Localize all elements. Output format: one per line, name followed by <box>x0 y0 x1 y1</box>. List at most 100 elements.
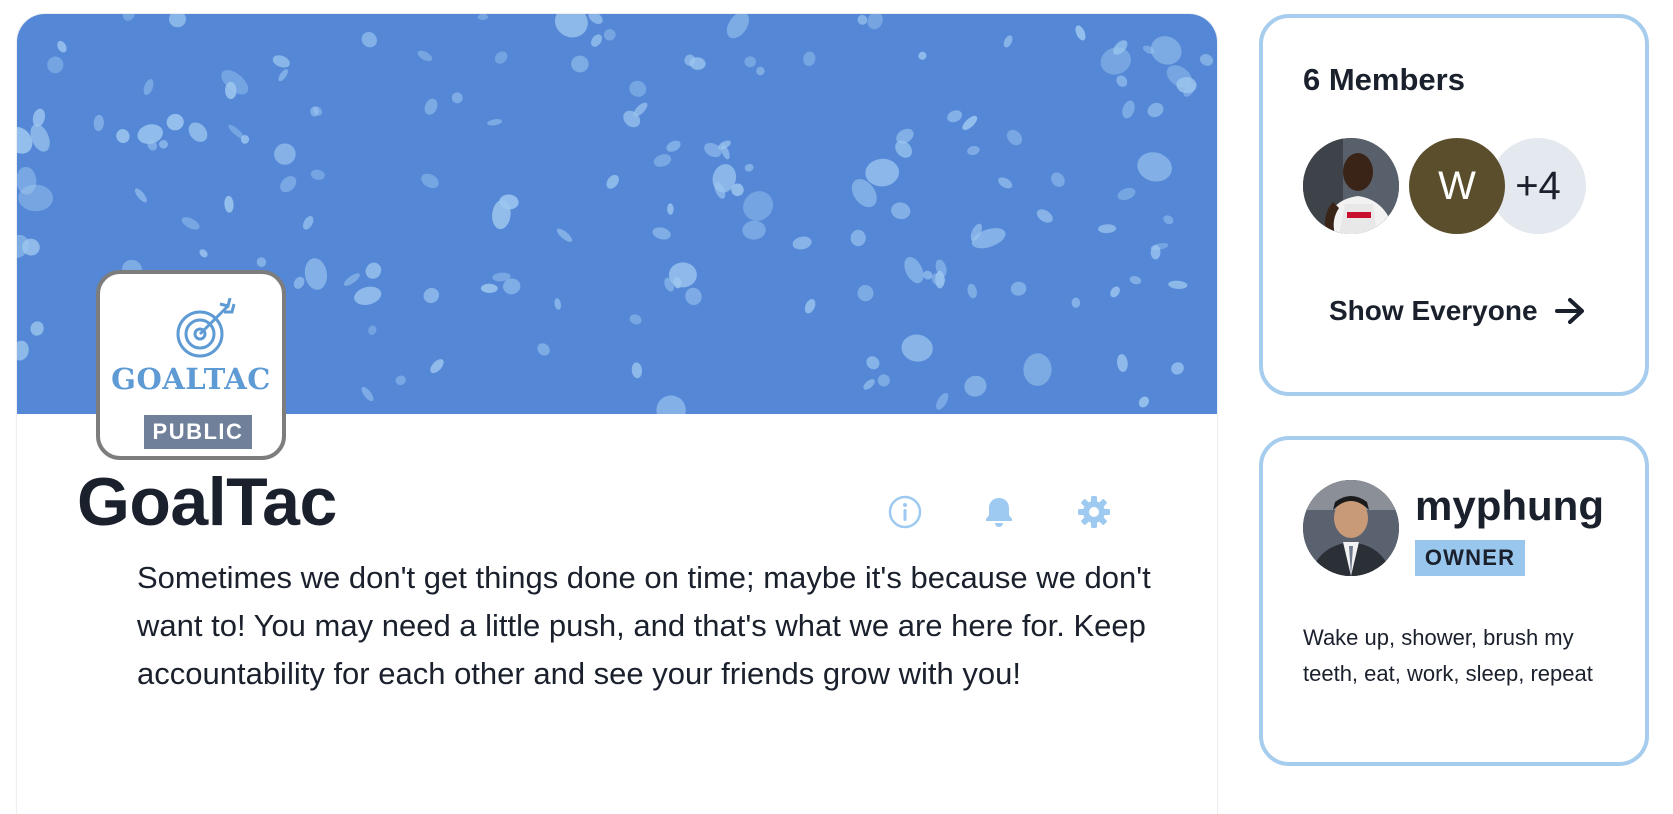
banner-droplet <box>804 298 816 314</box>
banner-droplet <box>1199 54 1214 66</box>
info-button[interactable] <box>885 492 925 532</box>
owner-role-badge: OWNER <box>1415 540 1525 576</box>
banner-droplet <box>863 379 875 390</box>
banner-droplet <box>756 66 765 76</box>
banner-droplet <box>1168 280 1188 289</box>
banner-droplet <box>303 216 314 230</box>
banner-droplet <box>744 56 756 68</box>
banner-droplet <box>866 356 880 370</box>
banner-droplet <box>554 298 562 310</box>
gear-icon <box>1078 496 1110 528</box>
group-card: GOALTAC PUBLIC GoalTac Sometimes we don'… <box>17 14 1217 814</box>
banner-droplet <box>93 114 104 132</box>
group-logo: GOALTAC PUBLIC <box>96 270 286 460</box>
banner-droplet <box>901 334 933 362</box>
banner-droplet <box>685 287 702 306</box>
banner-droplet <box>166 113 184 131</box>
banner-droplet <box>1137 152 1172 182</box>
banner-droplet <box>487 119 503 126</box>
banner-droplet <box>361 387 374 402</box>
banner-droplet <box>571 55 589 73</box>
banner-droplet <box>588 14 603 24</box>
target-icon <box>176 298 236 358</box>
banner-droplet <box>395 375 406 386</box>
banner-droplet <box>631 362 643 379</box>
arrow-right-icon <box>1554 298 1584 324</box>
banner-droplet <box>159 139 168 149</box>
banner-droplet <box>1122 100 1135 119</box>
member-avatar-initial[interactable]: W <box>1409 138 1505 234</box>
banner-droplet <box>256 257 267 267</box>
banner-droplet <box>792 236 812 250</box>
banner-droplet <box>603 29 616 41</box>
owner-name: myphung <box>1415 482 1604 529</box>
banner-droplet <box>116 129 130 144</box>
bell-icon <box>986 498 1012 527</box>
banner-droplet <box>47 56 64 74</box>
banner-droplet <box>1163 215 1174 225</box>
banner-droplet <box>962 115 978 131</box>
banner-droplet <box>1117 187 1136 201</box>
banner-droplet <box>354 286 382 305</box>
banner-droplet <box>1129 275 1142 285</box>
banner-droplet <box>606 174 619 189</box>
banner-droplet <box>918 51 927 60</box>
banner-droplet <box>1138 396 1149 408</box>
members-card: 6 Members +4 W Show Everyone <box>1259 14 1649 396</box>
banner-droplet <box>704 142 722 158</box>
banner-droplet <box>1150 36 1182 65</box>
banner-droplet <box>865 158 900 187</box>
banner-droplet <box>1116 75 1128 87</box>
banner-droplet <box>967 283 977 299</box>
info-icon <box>888 495 922 529</box>
banner-droplet <box>430 359 444 374</box>
banner-droplet <box>30 321 44 336</box>
banner-droplet <box>1003 35 1013 48</box>
show-everyone-button[interactable]: Show Everyone <box>1329 295 1586 327</box>
banner-droplet <box>122 14 135 21</box>
notifications-button[interactable] <box>979 492 1019 532</box>
banner-droplet <box>629 80 647 97</box>
banner-droplet <box>667 203 674 215</box>
banner-droplet <box>652 227 671 240</box>
banner-droplet <box>742 220 766 240</box>
banner-droplet <box>936 392 949 410</box>
banner-droplet <box>424 98 438 115</box>
banner-droplet <box>421 173 439 189</box>
visibility-badge: PUBLIC <box>144 415 252 449</box>
banner-droplet <box>293 276 305 289</box>
banner-droplet <box>1098 224 1117 234</box>
banner-droplet <box>1023 353 1052 386</box>
banner-droplet <box>554 14 588 38</box>
owner-photo <box>1303 480 1399 576</box>
settings-button[interactable] <box>1074 492 1114 532</box>
members-count: 6 Members <box>1303 62 1465 97</box>
banner-droplet <box>274 143 296 165</box>
banner-droplet <box>280 176 297 193</box>
member-avatar[interactable] <box>1303 138 1399 234</box>
show-everyone-label: Show Everyone <box>1329 295 1538 326</box>
banner-droplet <box>494 51 508 64</box>
banner-droplet <box>556 228 573 242</box>
banner-droplet <box>423 287 440 304</box>
banner-droplet <box>867 14 883 30</box>
banner-droplet <box>343 273 360 286</box>
banner-droplet <box>365 262 382 279</box>
banner-droplet <box>891 202 911 220</box>
banner-droplet <box>653 154 672 167</box>
banner-droplet <box>1010 281 1027 296</box>
banner-droplet <box>477 14 489 21</box>
banner-droplet <box>1075 25 1086 41</box>
banner-droplet <box>224 195 234 213</box>
banner-droplet <box>1036 209 1053 223</box>
banner-droplet <box>169 14 186 28</box>
owner-avatar[interactable] <box>1303 480 1399 576</box>
banner-droplet <box>666 140 681 152</box>
banner-droplet <box>537 343 550 356</box>
banner-droplet <box>629 314 642 325</box>
banner-droplet <box>744 163 754 172</box>
banner-droplet <box>1110 286 1120 298</box>
banner-droplet <box>32 108 46 127</box>
banner-droplet <box>964 375 987 397</box>
owner-card: myphung OWNER Wake up, shower, brush my … <box>1259 436 1649 766</box>
